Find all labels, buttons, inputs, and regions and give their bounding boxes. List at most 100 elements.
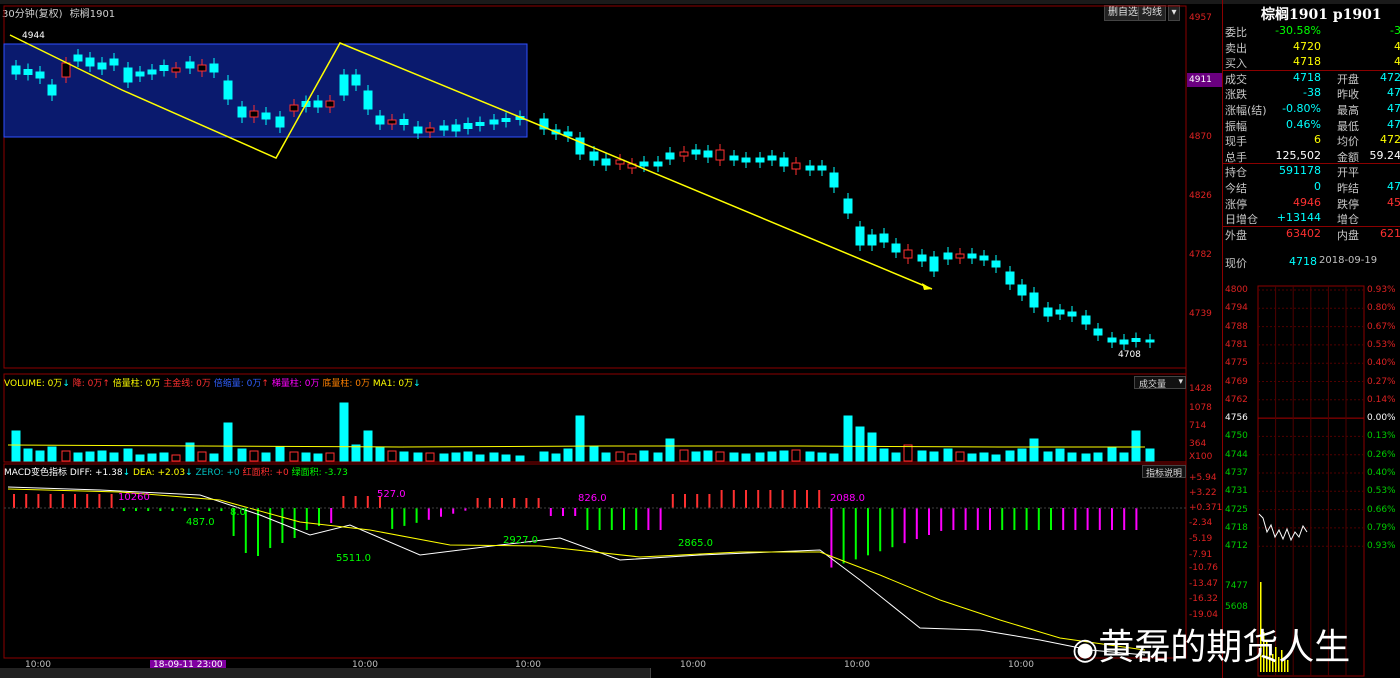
volume-bar (375, 446, 385, 462)
mini-price-tick: 4775 (1225, 358, 1248, 369)
candle-body (249, 110, 259, 118)
gold-line-label: 主金线: 0万 (163, 379, 211, 389)
volume-bar (991, 454, 1001, 462)
macd-label: 2927.0 (503, 535, 538, 546)
chart-canvas[interactable] (0, 0, 1222, 678)
macd-label: 826.0 (578, 493, 607, 504)
candle-body (929, 256, 939, 272)
volume-bar (61, 450, 71, 462)
indicator-tab[interactable] (520, 668, 547, 678)
indicator-select[interactable]: 成交量 ▾ (1134, 376, 1186, 390)
price-tick: 4911 (1189, 75, 1212, 85)
volume-bar (955, 451, 965, 462)
quote-row: 委比 -30.58% -3 (1225, 24, 1400, 39)
indicator-tab[interactable] (494, 668, 521, 678)
macd-zero: ZERO: +0 (195, 468, 240, 478)
candle-body (1005, 271, 1015, 285)
volume-bar (755, 452, 765, 462)
candle-body (665, 152, 675, 160)
volume-tick: 1078 (1189, 403, 1212, 413)
volume-bar (363, 430, 373, 462)
volume-bar (715, 451, 725, 462)
indicator-tab[interactable] (52, 668, 79, 678)
candle-body (197, 64, 207, 72)
volume-bar (729, 452, 739, 462)
macd-tick: +5.94 (1189, 473, 1217, 483)
indicator-tab[interactable] (130, 668, 157, 678)
indicator-tab[interactable] (598, 668, 625, 678)
indicator-tab[interactable] (260, 668, 287, 678)
indicator-tab[interactable] (442, 668, 469, 678)
indicator-tab[interactable] (546, 668, 573, 678)
volume-bar (515, 455, 525, 462)
volume-bar (589, 446, 599, 462)
mini-price-tick: 4725 (1225, 504, 1248, 515)
candle-body (1093, 328, 1103, 336)
quote-title: 棕榈1901 p1901 (1261, 7, 1382, 23)
indicator-tab[interactable] (338, 668, 365, 678)
low-volume-label: 底量柱: 0万 (322, 379, 370, 389)
candle-body (991, 260, 1001, 268)
macd-label: 10260 (118, 492, 150, 503)
quote-row: 涨跌 -38 昨收 47 (1225, 86, 1400, 102)
candle-body (1055, 309, 1065, 315)
indicator-tab[interactable] (572, 668, 599, 678)
indicator-tab[interactable] (468, 668, 495, 678)
volume-bar (109, 452, 119, 462)
macd-red-area: 红面积: +0 (242, 468, 289, 478)
indicator-tab[interactable] (78, 668, 105, 678)
diff-line (7, 486, 1146, 656)
indicator-tab[interactable] (364, 668, 391, 678)
volume-bar (387, 450, 397, 462)
volume-bar (1067, 452, 1077, 462)
indicator-tab[interactable] (312, 668, 339, 678)
quote-row: 今结 0 昨结 47 (1225, 180, 1400, 195)
volume-bar (1055, 448, 1065, 462)
indicator-help-button[interactable]: 指标说明 (1142, 465, 1187, 479)
candle-body (339, 74, 349, 96)
indicator-tab[interactable] (26, 668, 53, 678)
volume-bar (691, 451, 701, 462)
indicator-tab[interactable] (0, 668, 27, 678)
volume-bar (197, 451, 207, 462)
quote-row: 卖出 4720 4 (1225, 39, 1400, 55)
macd-label: 5511.0 (336, 553, 371, 564)
candle-body (61, 62, 71, 78)
volume-bar (275, 446, 285, 462)
candle-body (755, 157, 765, 163)
candle-body (73, 54, 83, 62)
indicator-tab[interactable] (234, 668, 261, 678)
indicator-tab[interactable] (416, 668, 443, 678)
candle-body (767, 155, 777, 161)
volume-bar (35, 450, 45, 462)
candle-body (439, 125, 449, 131)
indicator-tab[interactable] (390, 668, 417, 678)
indicator-tab[interactable] (208, 668, 235, 678)
candle-body (779, 157, 789, 167)
volume-bar (47, 446, 57, 462)
volume-bar (339, 402, 349, 462)
candle-body (1043, 307, 1053, 317)
candle-body (1145, 339, 1155, 343)
volume-bar (891, 452, 901, 462)
volume-tick: 364 (1189, 439, 1207, 449)
mini-pct-tick: 0.53% (1367, 486, 1396, 497)
indicator-tab[interactable] (104, 668, 131, 678)
volume-bar (615, 451, 625, 462)
indicator-tab[interactable] (286, 668, 313, 678)
candle-body (1119, 339, 1129, 345)
volume-bar (791, 449, 801, 462)
indicator-tab[interactable] (156, 668, 183, 678)
indicator-tab[interactable] (182, 668, 209, 678)
volume-tick: 714 (1189, 421, 1207, 431)
volume-bar (601, 452, 611, 462)
indicator-tab[interactable] (624, 668, 651, 678)
candle-body (363, 90, 373, 110)
ladder-volume-label: 梯量柱: 0万 (271, 379, 320, 389)
mini-pct-tick: 0.67% (1367, 321, 1396, 332)
volume-bar (123, 448, 133, 462)
volume-bar (249, 450, 259, 462)
volume-bar (829, 453, 839, 462)
candle-body (147, 69, 157, 75)
volume-bar (475, 454, 485, 462)
